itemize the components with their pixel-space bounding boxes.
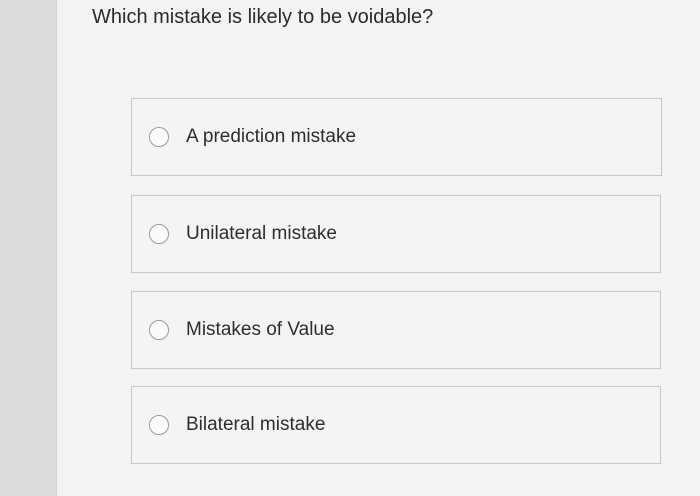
answer-option-bilateral-mistake[interactable]: Bilateral mistake [131,386,661,464]
answer-options: A prediction mistake Unilateral mistake … [0,0,700,496]
answer-option-unilateral-mistake[interactable]: Unilateral mistake [131,195,661,273]
option-label: Unilateral mistake [186,223,337,244]
answer-option-mistakes-of-value[interactable]: Mistakes of Value [131,291,661,369]
option-label: Mistakes of Value [186,319,335,340]
radio-button-icon[interactable] [149,415,169,435]
option-label: Bilateral mistake [186,414,326,435]
radio-button-icon[interactable] [149,320,169,340]
radio-button-icon[interactable] [149,127,169,147]
radio-button-icon[interactable] [149,224,169,244]
option-label: A prediction mistake [186,126,357,147]
answer-option-a-prediction-mistake[interactable]: A prediction mistake [131,98,662,176]
